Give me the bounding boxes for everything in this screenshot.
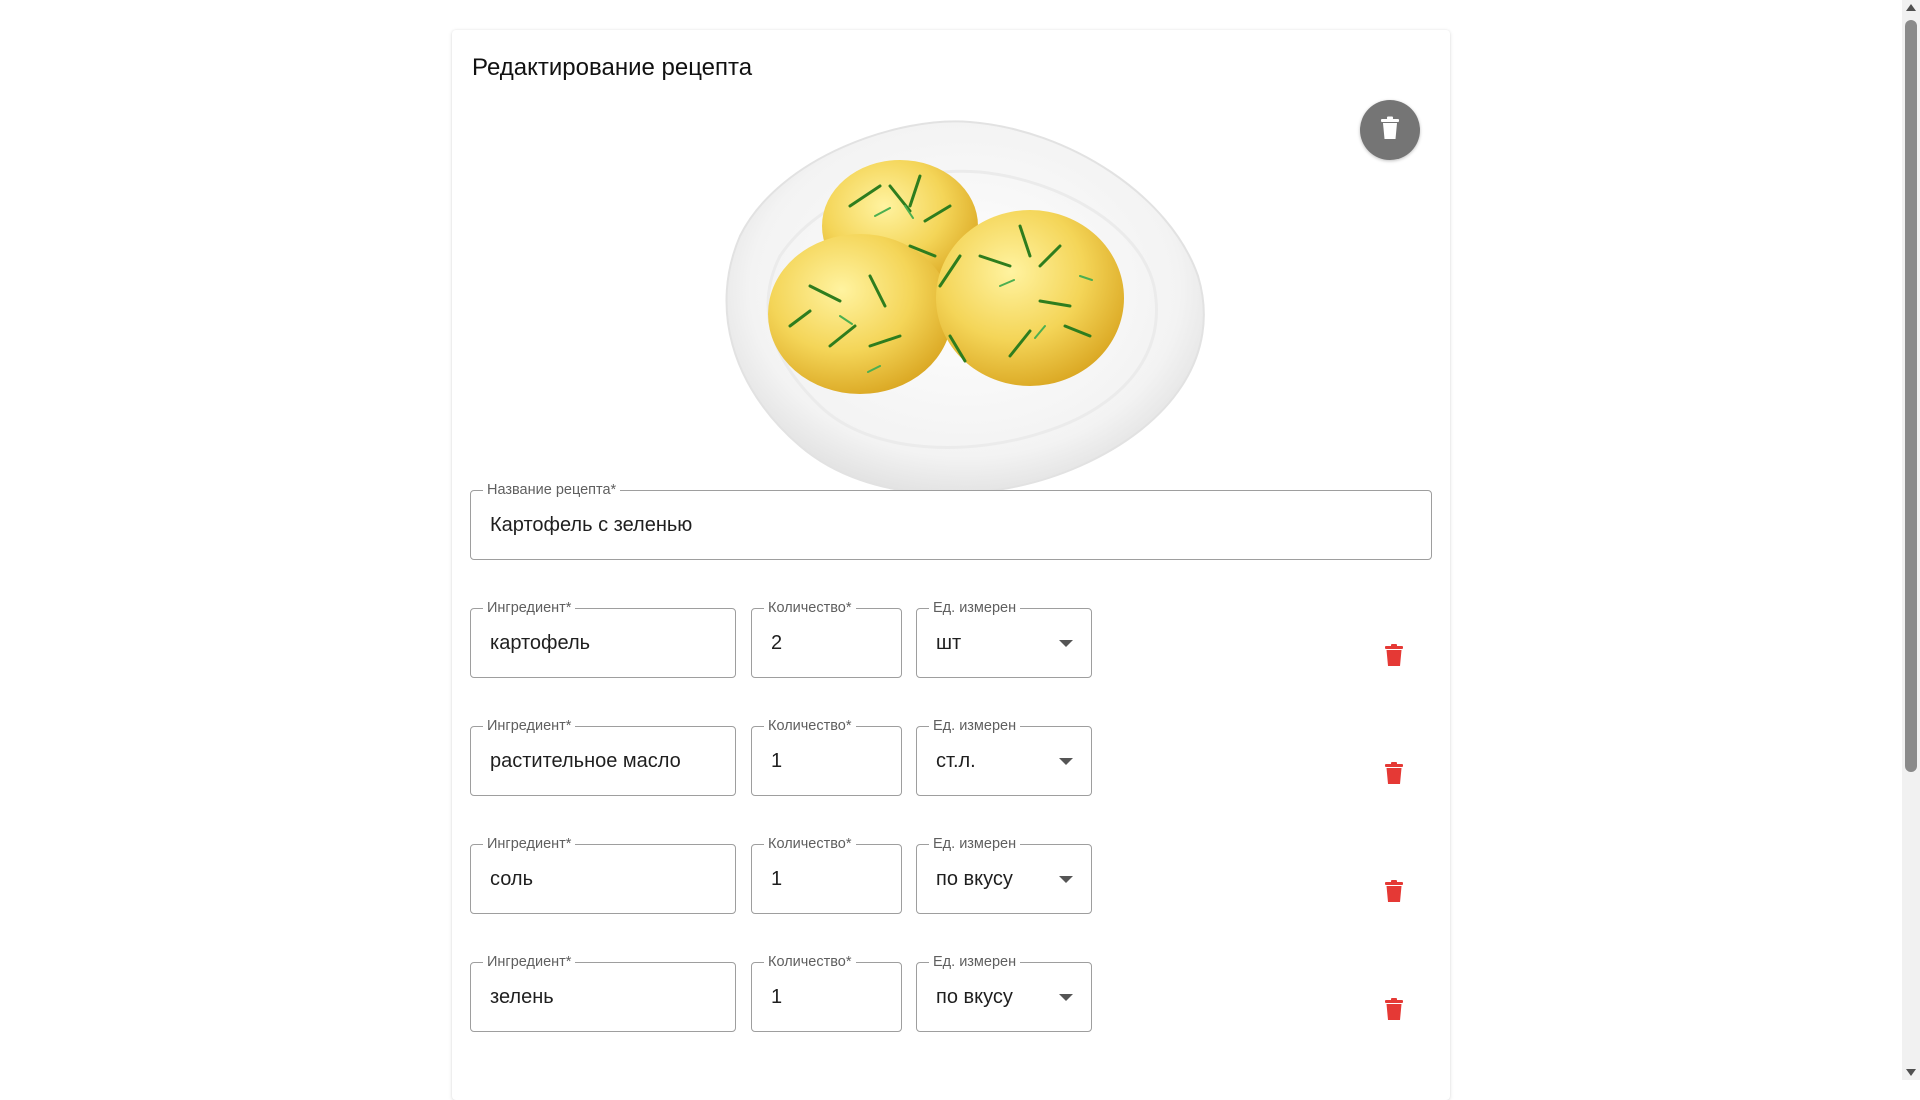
vertical-scrollbar[interactable] [1902,0,1920,1080]
ingredient-row: Ингредиент* зелень Количество* 1 Ед. изм… [452,954,1450,1032]
ingredient-quantity-input[interactable]: 1 [771,845,782,913]
ingredient-row: Ингредиент* соль Количество* 1 Ед. измер… [452,836,1450,914]
ingredient-quantity-field[interactable]: Количество* 1 [751,836,902,914]
ingredient-unit-value[interactable]: по вкусу [936,845,1013,913]
ingredient-name-field[interactable]: Ингредиент* растительное масло [470,718,736,796]
trash-icon [1379,116,1401,145]
ingredient-quantity-input[interactable]: 1 [771,727,782,795]
ingredient-unit-value[interactable]: ст.л. [936,727,976,795]
page-title: Редактирование рецепта [472,54,753,81]
recipe-name-input[interactable]: Картофель с зеленью [490,491,692,559]
ingredient-name-field[interactable]: Ингредиент* картофель [470,600,736,678]
trash-icon [1385,997,1403,1025]
chevron-down-icon[interactable] [1059,994,1073,1001]
ingredient-quantity-field[interactable]: Количество* 2 [751,600,902,678]
ingredient-name-input[interactable]: соль [490,845,533,913]
recipe-edit-card: Редактирование рецепта Название рецепта*… [452,30,1450,1100]
recipe-name-field[interactable]: Название рецепта* Картофель с зеленью [470,482,1432,560]
delete-ingredient-button[interactable] [1379,760,1409,790]
ingredient-unit-value[interactable]: шт [936,609,961,677]
ingredient-row: Ингредиент* картофель Количество* 2 Ед. … [452,600,1450,678]
ingredient-name-input[interactable]: картофель [490,609,590,677]
ingredient-unit-select[interactable]: Ед. измерен по вкусу [916,954,1092,1032]
scroll-down-arrow-icon[interactable] [1906,1069,1916,1076]
ingredient-row: Ингредиент* растительное масло Количеств… [452,718,1450,796]
ingredient-name-input[interactable]: растительное масло [490,727,681,795]
ingredient-quantity-input[interactable]: 1 [771,963,782,1031]
scroll-up-arrow-icon[interactable] [1906,4,1916,11]
delete-ingredient-button[interactable] [1379,996,1409,1026]
delete-ingredient-button[interactable] [1379,878,1409,908]
ingredient-name-field[interactable]: Ингредиент* зелень [470,954,736,1032]
trash-icon [1385,761,1403,789]
ingredient-unit-select[interactable]: Ед. измерен шт [916,600,1092,678]
trash-icon [1385,879,1403,907]
ingredient-unit-select[interactable]: Ед. измерен по вкусу [916,836,1092,914]
delete-photo-button[interactable] [1360,100,1420,160]
trash-icon [1385,643,1403,671]
delete-ingredient-button[interactable] [1379,642,1409,672]
ingredient-quantity-field[interactable]: Количество* 1 [751,954,902,1032]
ingredient-name-field[interactable]: Ингредиент* соль [470,836,736,914]
chevron-down-icon[interactable] [1059,758,1073,765]
ingredient-unit-select[interactable]: Ед. измерен ст.л. [916,718,1092,796]
scrollbar-thumb[interactable] [1905,20,1917,772]
chevron-down-icon[interactable] [1059,876,1073,883]
chevron-down-icon[interactable] [1059,640,1073,647]
ingredient-quantity-input[interactable]: 2 [771,609,782,677]
recipe-photo [650,86,1250,498]
ingredient-unit-value[interactable]: по вкусу [936,963,1013,1031]
ingredient-name-input[interactable]: зелень [490,963,554,1031]
ingredient-quantity-field[interactable]: Количество* 1 [751,718,902,796]
